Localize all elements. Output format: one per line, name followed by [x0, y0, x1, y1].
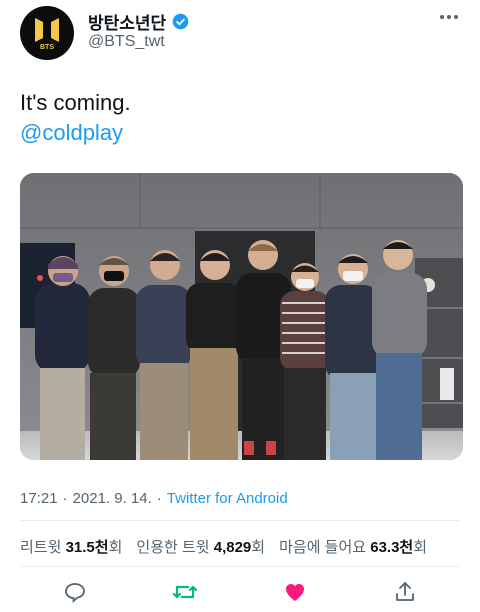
like-icon	[286, 584, 304, 601]
tweet-photo[interactable]	[20, 173, 463, 460]
divider	[20, 520, 460, 521]
share-button[interactable]	[387, 574, 423, 610]
tweet-source-link[interactable]: Twitter for Android	[167, 490, 288, 507]
retweets-unit: 회	[108, 539, 123, 556]
share-icon	[396, 582, 414, 601]
retweet-button[interactable]	[167, 574, 203, 610]
tweet-text: It's coming.	[20, 90, 131, 115]
group-photo-image	[20, 173, 463, 460]
verified-badge-icon	[172, 13, 189, 30]
tweet-actions	[20, 574, 460, 610]
quotes-stat[interactable]: 인용한 트윗 4,829회	[136, 536, 265, 557]
quotes-unit: 회	[251, 539, 266, 556]
tweet-time[interactable]: 17:21	[20, 490, 58, 507]
display-name[interactable]: 방탄소년단	[88, 9, 166, 34]
more-options-icon[interactable]	[440, 12, 462, 22]
likes-unit: 회	[413, 539, 428, 556]
tweet-date[interactable]: 2021. 9. 14.	[73, 490, 152, 507]
tweet-stats: 리트윗 31.5천회 인용한 트윗 4,829회 마음에 들어요 63.3천회	[20, 536, 427, 557]
meta-separator: ·	[156, 490, 162, 507]
retweets-stat[interactable]: 리트윗 31.5천회	[20, 536, 122, 557]
retweets-count: 31.5천	[65, 539, 109, 556]
tweet-meta: 17:21 · 2021. 9. 14. · Twitter for Andro…	[20, 490, 288, 507]
likes-label: 마음에 들어요	[279, 539, 367, 556]
divider	[20, 566, 460, 567]
avatar[interactable]: BTS	[20, 6, 74, 60]
svg-text:BTS: BTS	[40, 44, 54, 50]
author-handle[interactable]: @BTS_twt	[88, 33, 165, 51]
likes-stat[interactable]: 마음에 들어요 63.3천회	[279, 536, 427, 557]
like-button[interactable]	[277, 574, 313, 610]
meta-separator: ·	[62, 490, 68, 507]
quotes-count: 4,829	[213, 539, 252, 556]
quotes-label: 인용한 트윗	[136, 539, 210, 556]
mention-link[interactable]: @coldplay	[20, 118, 123, 148]
reply-button[interactable]	[57, 574, 93, 610]
retweet-icon	[172, 585, 198, 599]
author-name-row[interactable]: 방탄소년단	[88, 9, 189, 34]
retweets-label: 리트윗	[20, 539, 62, 556]
likes-count: 63.3천	[370, 539, 414, 556]
bts-logo-icon: BTS	[35, 18, 59, 50]
reply-icon	[65, 583, 85, 603]
